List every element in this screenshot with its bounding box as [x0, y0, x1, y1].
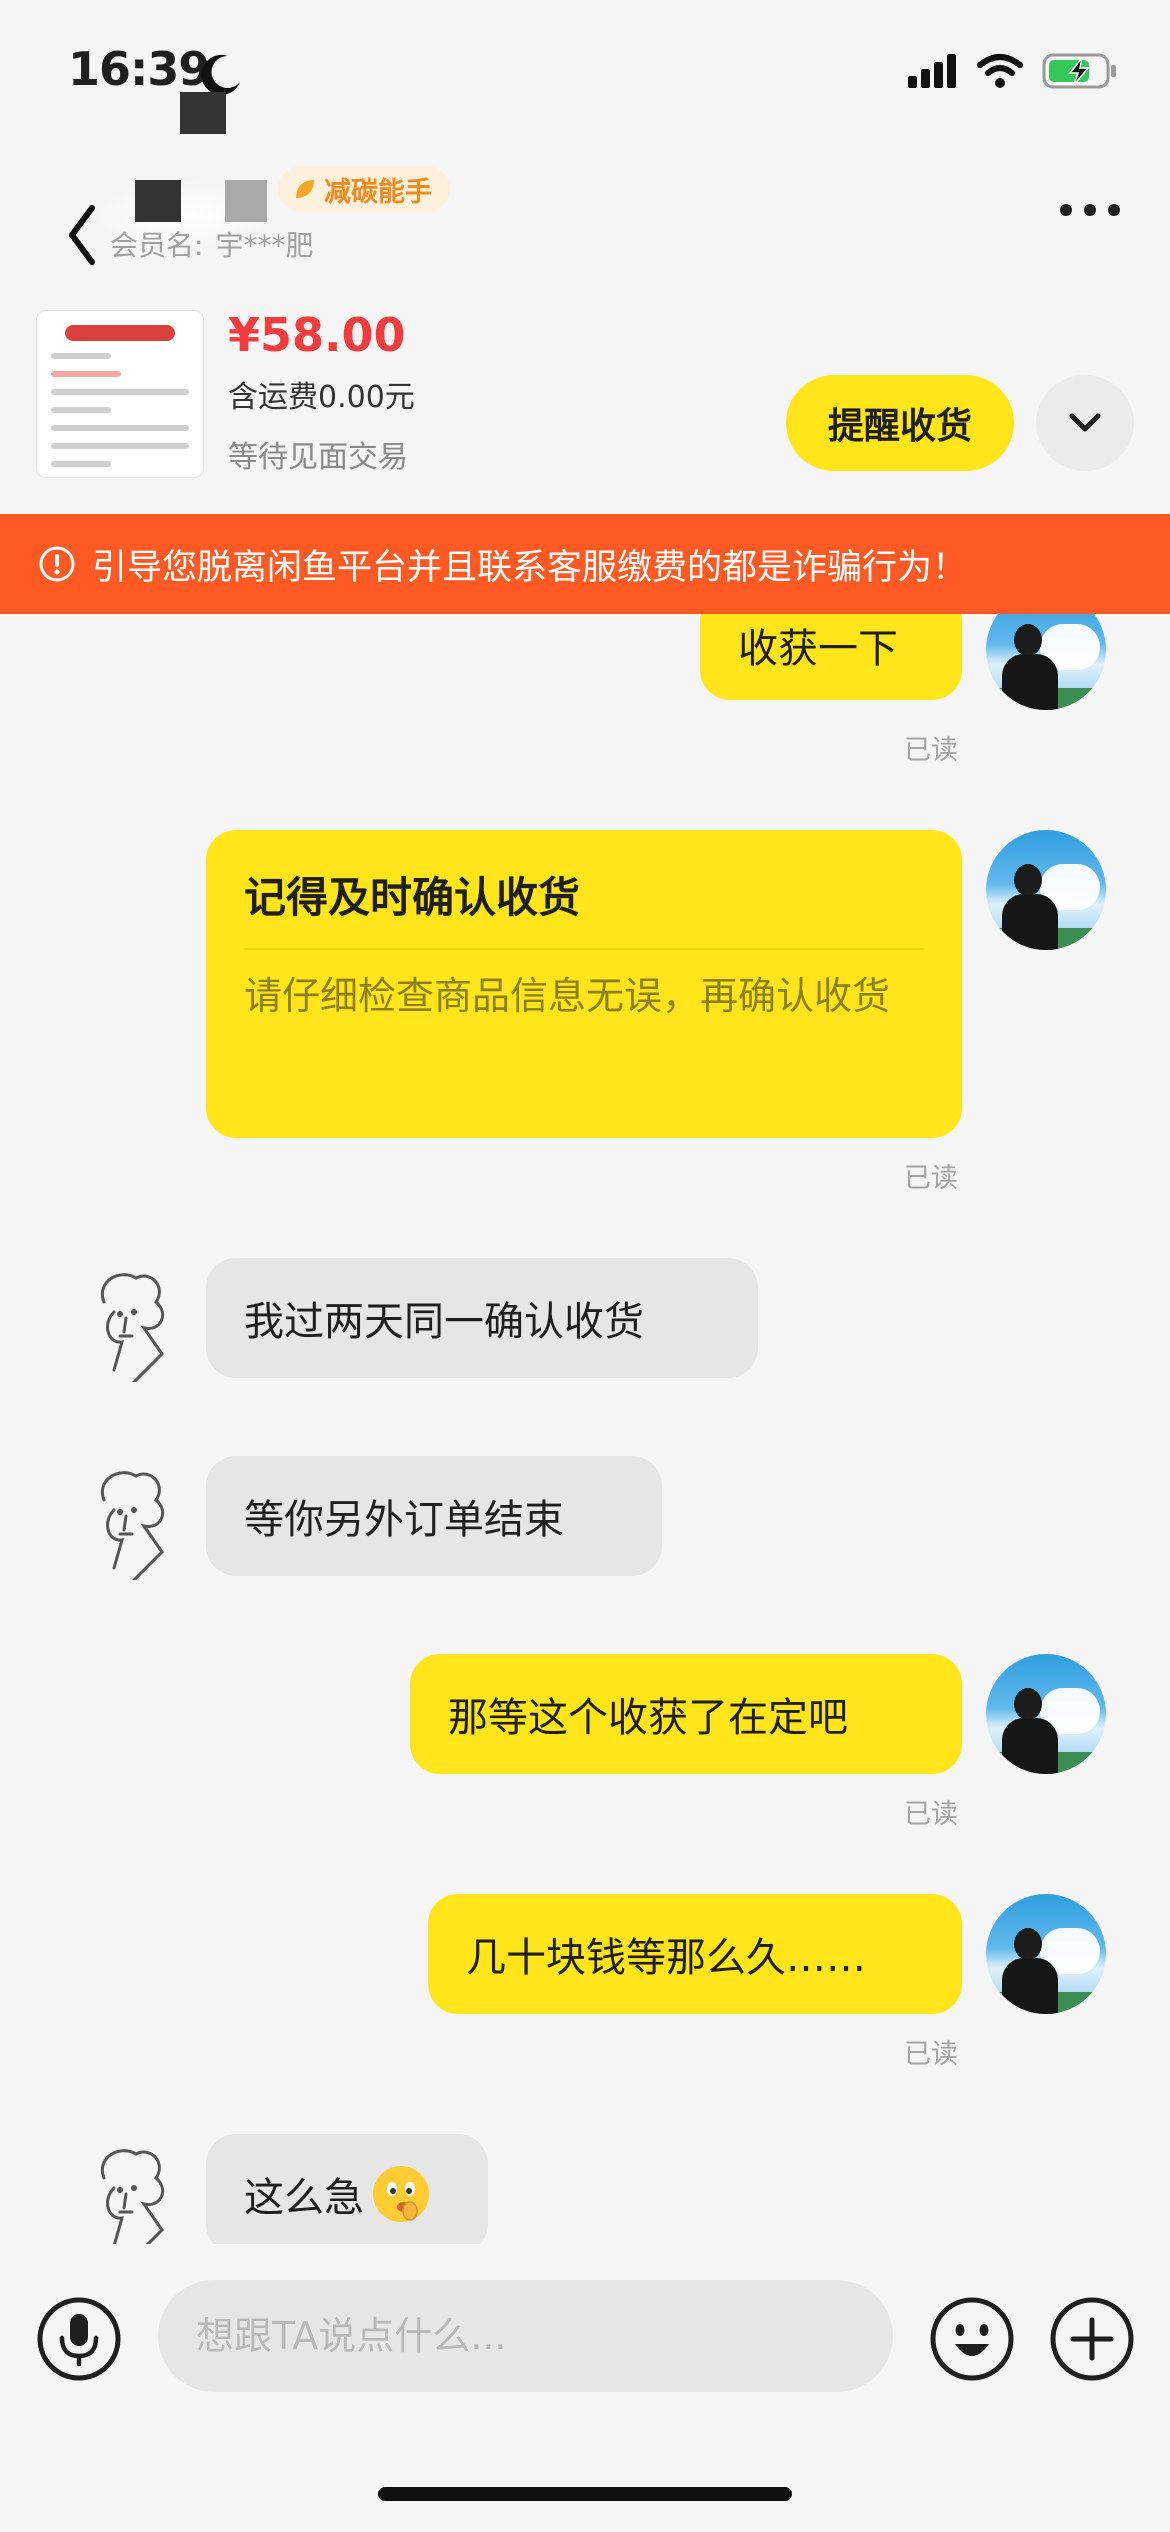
- avatar-other[interactable]: [74, 1460, 184, 1580]
- status-indicators: [908, 52, 1118, 90]
- message-input[interactable]: [158, 2280, 893, 2392]
- product-bar: ¥58.00 含运费0.00元 等待见面交易 提醒收货: [0, 300, 1170, 512]
- trade-status: 等待见面交易: [228, 440, 408, 475]
- chat-header: 减碳能手 会员名: 宇***肥: [0, 150, 1170, 300]
- emoji-icon[interactable]: [929, 2296, 1015, 2382]
- chat-bubble-self[interactable]: 那等这个收获了在定吧: [410, 1654, 962, 1774]
- avatar-self[interactable]: [986, 1894, 1106, 2014]
- chat-bubble-self[interactable]: 收获一下: [700, 614, 962, 700]
- message-text: 收获一下: [738, 626, 898, 672]
- remind-receipt-button[interactable]: 提醒收货: [786, 375, 1014, 471]
- card-divider: [244, 948, 924, 950]
- wifi-icon: [977, 54, 1023, 88]
- warning-text: 引导您脱离闲鱼平台并且联系客服缴费的都是诈骗行为！: [92, 547, 968, 588]
- member-row: 会员名: 宇***肥: [110, 224, 313, 264]
- message-text: 我过两天同一确认收货: [244, 1299, 644, 1345]
- chat-bubble-other[interactable]: 等你另外订单结束: [206, 1456, 662, 1576]
- member-name: 宇***肥: [215, 229, 314, 262]
- chat-bubble-other[interactable]: 这么急: [206, 2134, 488, 2244]
- redaction-block: [135, 180, 181, 222]
- message-text: 等你另外订单结束: [244, 1497, 564, 1543]
- read-receipt: 已读: [904, 1799, 958, 1830]
- home-indicator[interactable]: [378, 2487, 792, 2501]
- warning-icon: [39, 546, 75, 582]
- plus-icon[interactable]: [1049, 2296, 1135, 2382]
- eco-badge[interactable]: 减碳能手: [278, 166, 450, 212]
- battery-charging-icon: [1042, 53, 1116, 89]
- product-thumbnail[interactable]: [36, 310, 204, 478]
- expand-button[interactable]: [1036, 375, 1134, 471]
- read-receipt: 已读: [904, 1163, 958, 1194]
- message-text: 几十块钱等那么久……: [466, 1935, 866, 1981]
- shushing-face-emoji-icon: [373, 2166, 429, 2222]
- avatar-self[interactable]: [986, 830, 1106, 950]
- chevron-down-icon: [1069, 413, 1101, 432]
- composer-bar: [0, 2244, 1170, 2444]
- avatar-other[interactable]: [74, 2138, 184, 2244]
- read-receipt: 已读: [904, 2039, 958, 2070]
- member-label: 会员名:: [110, 229, 204, 262]
- card-body: 请仔细检查商品信息无误，再确认收货: [244, 974, 891, 1018]
- chat-area[interactable]: 收获一下 已读 记得及时确认收货 请仔细检查商品信息无误，再确认收货 已读 我过…: [0, 614, 1170, 2244]
- fraud-warning-banner: 引导您脱离闲鱼平台并且联系客服缴费的都是诈骗行为！: [0, 514, 1170, 614]
- read-receipt: 已读: [904, 735, 958, 766]
- message-text: 那等这个收获了在定吧: [448, 1695, 848, 1741]
- redaction-block: [225, 180, 267, 222]
- status-time: 16:39: [68, 42, 210, 96]
- status-bar: 16:39: [0, 0, 1170, 150]
- product-price: ¥58.00: [228, 308, 406, 362]
- chat-bubble-self[interactable]: 几十块钱等那么久……: [428, 1894, 962, 2014]
- redaction-block: [180, 92, 226, 134]
- signal-icon: [908, 54, 956, 88]
- badge-label: 减碳能手: [324, 176, 432, 208]
- microphone-icon[interactable]: [36, 2296, 122, 2382]
- avatar-other[interactable]: [74, 1262, 184, 1382]
- shipping-fee: 含运费0.00元: [228, 380, 415, 415]
- avatar-self[interactable]: [986, 614, 1106, 710]
- message-text: 这么急: [244, 2175, 364, 2221]
- confirm-receipt-card[interactable]: 记得及时确认收货 请仔细检查商品信息无误，再确认收货: [206, 830, 962, 1138]
- more-icon[interactable]: [1058, 200, 1122, 220]
- card-title: 记得及时确认收货: [244, 873, 581, 922]
- avatar-self[interactable]: [986, 1654, 1106, 1774]
- leaf-icon: [296, 180, 314, 198]
- chat-bubble-other[interactable]: 我过两天同一确认收货: [206, 1258, 758, 1378]
